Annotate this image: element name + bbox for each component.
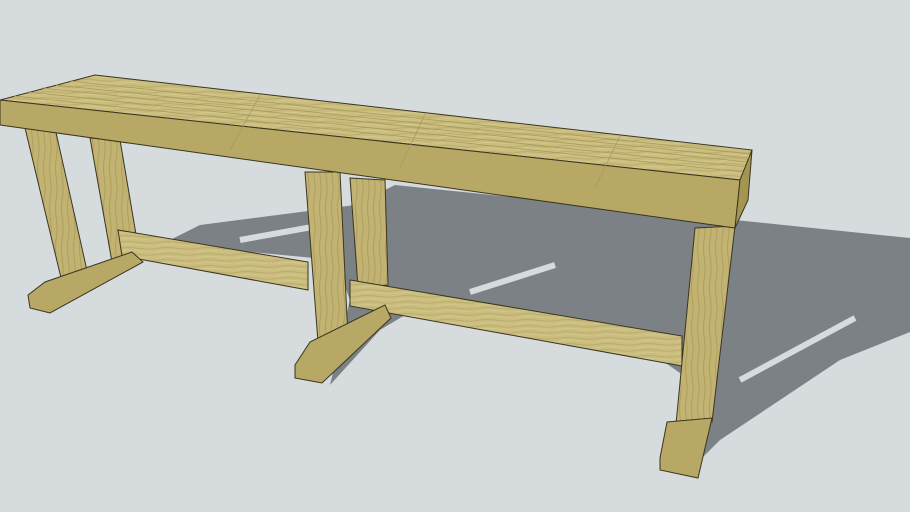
left-foot	[27, 251, 144, 314]
right-foot	[659, 417, 713, 479]
table-model-viewport[interactable]	[0, 0, 910, 512]
middle-front-post	[304, 171, 349, 343]
left-front-post	[24, 127, 89, 283]
